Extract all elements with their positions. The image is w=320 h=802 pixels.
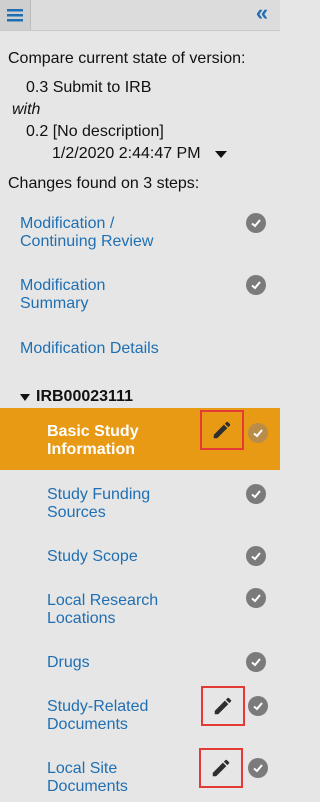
edited-indicator: [200, 410, 244, 450]
group-name: IRB00023111: [36, 388, 133, 405]
substep-label-line1: Drugs: [47, 654, 90, 671]
caret-down-icon: [20, 393, 30, 401]
check-icon: [246, 588, 266, 608]
changes-summary: Changes found on 3 steps:: [8, 175, 200, 192]
edited-indicator: [201, 686, 245, 726]
pencil-icon: [213, 421, 231, 439]
substep-label-line1: Study-Related: [47, 698, 149, 715]
check-icon: [248, 423, 268, 443]
double-chevron-left-icon: «: [255, 0, 269, 25]
substep-label-line2: Information: [47, 441, 135, 458]
step-modification-summary[interactable]: Modification Summary: [0, 275, 280, 325]
current-version: 0.3 Submit to IRB: [26, 79, 152, 96]
substep-study-scope[interactable]: Study Scope: [0, 546, 280, 572]
substep-local-research-locations[interactable]: Local Research Locations: [0, 588, 280, 642]
edited-indicator: [199, 748, 243, 788]
version-date: 1/2/2020 2:44:47 PM: [52, 145, 201, 162]
step-label-line2: Continuing Review: [20, 233, 154, 250]
substep-label-line2: Documents: [47, 716, 128, 733]
check-icon: [246, 484, 266, 504]
step-label-line1: Modification Details: [20, 340, 159, 357]
with-label: with: [12, 101, 41, 118]
substep-label-line1: Local Site: [47, 760, 118, 777]
substep-label-line1: Study Funding: [47, 486, 151, 503]
pencil-icon: [212, 759, 230, 777]
substep-study-related-documents[interactable]: Study-Related Documents: [0, 686, 280, 748]
check-icon: [248, 696, 268, 716]
step-modification-details[interactable]: Modification Details: [0, 338, 280, 362]
substep-study-funding-sources[interactable]: Study Funding Sources: [0, 484, 280, 536]
check-icon: [246, 652, 266, 672]
pencil-icon: [214, 697, 232, 715]
version-date-selector[interactable]: 1/2/2020 2:44:47 PM: [52, 145, 227, 163]
substep-basic-study-information[interactable]: Basic Study Information: [0, 408, 280, 470]
substep-local-site-documents[interactable]: Local Site Documents: [0, 748, 280, 800]
step-modification-continuing-review[interactable]: Modification / Continuing Review: [0, 213, 280, 263]
check-icon: [246, 546, 266, 566]
step-label-line1: Modification /: [20, 215, 115, 232]
toolbar: «: [0, 0, 280, 31]
substep-label-line1: Basic Study: [47, 423, 139, 440]
step-label-line1: Modification: [20, 277, 106, 294]
group-header[interactable]: IRB00023111: [20, 388, 133, 406]
substep-label-line2: Sources: [47, 504, 106, 521]
check-icon: [246, 275, 266, 295]
check-icon: [246, 213, 266, 233]
step-label-line2: Summary: [20, 295, 89, 312]
substep-label-line2: Locations: [47, 610, 116, 627]
check-icon: [248, 758, 268, 778]
hamburger-icon: [7, 9, 23, 22]
collapse-panel-button[interactable]: «: [250, 2, 274, 26]
compare-title: Compare current state of version:: [8, 50, 246, 67]
substep-label-line1: Study Scope: [47, 548, 138, 565]
substep-drugs[interactable]: Drugs: [0, 652, 280, 678]
substep-label-line1: Local Research: [47, 592, 159, 609]
caret-down-icon: [214, 150, 227, 158]
substep-label-line2: Documents: [47, 778, 128, 795]
other-version: 0.2 [No description]: [26, 123, 164, 140]
menu-button[interactable]: [0, 0, 31, 30]
